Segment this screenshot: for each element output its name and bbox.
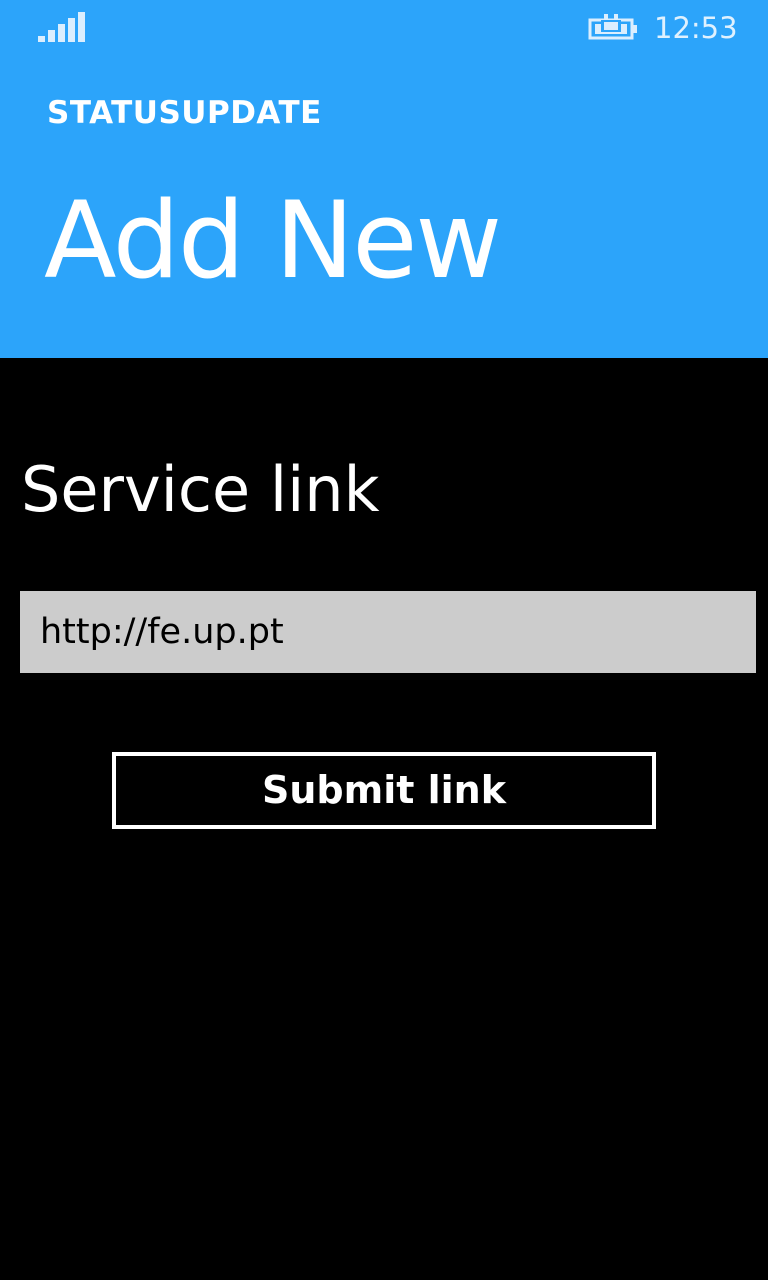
app-name: STATUSUPDATE: [47, 95, 322, 131]
status-bar: 12:53: [0, 0, 768, 56]
submit-link-button[interactable]: Submit link: [112, 752, 656, 829]
service-link-label: Service link: [21, 453, 380, 526]
page-title: Add New: [44, 179, 502, 302]
signal-strength-icon: [38, 12, 86, 42]
service-link-input[interactable]: [20, 591, 756, 673]
add-new-screen: 12:53 STATUSUPDATE Add New Service link …: [0, 0, 768, 1280]
header: 12:53 STATUSUPDATE Add New: [0, 0, 768, 358]
status-clock: 12:53: [654, 11, 738, 45]
battery-charging-icon: [588, 12, 640, 42]
